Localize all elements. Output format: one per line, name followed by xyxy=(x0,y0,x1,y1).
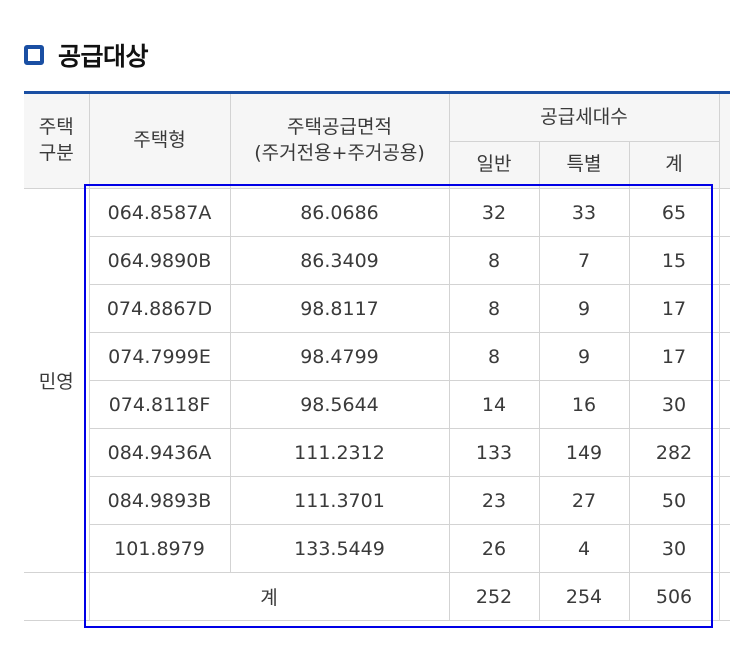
header-general: 일반 xyxy=(449,141,540,189)
supply-area-cell: 111.2312 xyxy=(229,428,450,477)
supply-area-cell: 111.3701 xyxy=(229,476,450,525)
housing-type-cell: 064.8587A xyxy=(88,188,231,237)
extra-cell xyxy=(718,284,730,333)
general-units-cell: 32 xyxy=(448,188,540,237)
square-bullet-icon xyxy=(24,45,44,65)
table-row: 084.9436A 111.2312 133 149 282 xyxy=(24,428,730,477)
housing-type-cell: 074.7999E xyxy=(89,332,231,381)
general-units-cell: 8 xyxy=(448,332,540,381)
supply-area-cell: 86.3409 xyxy=(229,236,450,285)
special-units-cell: 7 xyxy=(538,236,630,285)
housing-type-cell: 074.8867D xyxy=(89,284,231,333)
housing-type-cell: 084.9436A xyxy=(89,428,231,477)
header-supply-units: 공급세대수 xyxy=(448,91,720,142)
header-supply-area: 주택공급면적 (주거전용+주거공용) xyxy=(229,91,450,189)
header-total: 계 xyxy=(628,141,720,189)
special-units-cell: 9 xyxy=(538,284,630,333)
header-housing-type: 주택형 xyxy=(88,91,231,189)
extra-cell xyxy=(718,188,730,237)
special-units-cell: 149 xyxy=(538,428,630,477)
total-units-cell: 65 xyxy=(628,188,720,237)
extra-cell xyxy=(718,572,730,621)
header-special: 특별 xyxy=(538,141,630,189)
extra-cell xyxy=(718,380,730,429)
table-row: 101.8979 133.5449 26 4 30 xyxy=(24,524,730,573)
table-row: 074.8118F 98.5644 14 16 30 xyxy=(24,380,730,429)
total-special-cell: 254 xyxy=(538,572,630,621)
extra-cell xyxy=(718,236,730,285)
housing-type-cell: 101.8979 xyxy=(89,524,231,573)
total-units-cell: 15 xyxy=(628,236,720,285)
housing-type-cell: 084.9893B xyxy=(89,476,231,525)
general-units-cell: 8 xyxy=(448,236,540,285)
extra-cell xyxy=(718,428,730,477)
total-units-cell: 17 xyxy=(628,284,720,333)
supply-table: 주택 구분 주택형 주택공급면적 (주거전용+주거공용) 공급세대수 일반 특별 계… xyxy=(24,91,730,621)
category-cell: 민영 xyxy=(24,188,90,573)
supply-area-cell: 86.0686 xyxy=(229,188,450,237)
total-units-sum-cell: 506 xyxy=(628,572,720,621)
housing-type-cell: 074.8118F xyxy=(89,380,231,429)
table-row: 084.9893B 111.3701 23 27 50 xyxy=(24,476,730,525)
general-units-cell: 133 xyxy=(448,428,540,477)
total-units-cell: 282 xyxy=(628,428,720,477)
table-row: 074.8867D 98.8117 8 9 17 xyxy=(24,284,730,333)
total-units-cell: 30 xyxy=(628,380,720,429)
special-units-cell: 16 xyxy=(538,380,630,429)
header-extra-column xyxy=(718,91,730,189)
extra-cell xyxy=(718,524,730,573)
general-units-cell: 26 xyxy=(448,524,540,573)
table-row: 민영 064.8587A 86.0686 32 33 65 xyxy=(24,188,730,573)
total-row: 계 252 254 506 xyxy=(24,572,730,621)
section-title: 공급대상 xyxy=(58,42,149,71)
header-housing-category: 주택 구분 xyxy=(24,91,90,189)
special-units-cell: 9 xyxy=(538,332,630,381)
total-units-cell: 17 xyxy=(628,332,720,381)
total-general-cell: 252 xyxy=(448,572,540,621)
total-label-cell: 계 xyxy=(88,572,450,621)
supply-area-cell: 133.5449 xyxy=(229,524,450,573)
supply-area-cell: 98.5644 xyxy=(229,380,450,429)
section-header: 공급대상 xyxy=(24,38,149,72)
special-units-cell: 33 xyxy=(538,188,630,237)
supply-area-cell: 98.8117 xyxy=(229,284,450,333)
general-units-cell: 23 xyxy=(448,476,540,525)
table-row: 064.9890B 86.3409 8 7 15 xyxy=(24,236,730,285)
extra-cell xyxy=(718,476,730,525)
extra-cell xyxy=(718,332,730,381)
table-row: 074.7999E 98.4799 8 9 17 xyxy=(24,332,730,381)
supply-area-cell: 98.4799 xyxy=(229,332,450,381)
general-units-cell: 8 xyxy=(448,284,540,333)
total-units-cell: 50 xyxy=(628,476,720,525)
special-units-cell: 4 xyxy=(538,524,630,573)
housing-type-cell: 064.9890B xyxy=(89,236,231,285)
general-units-cell: 14 xyxy=(448,380,540,429)
total-row-blank-cell xyxy=(24,572,90,621)
total-units-cell: 30 xyxy=(628,524,720,573)
special-units-cell: 27 xyxy=(538,476,630,525)
